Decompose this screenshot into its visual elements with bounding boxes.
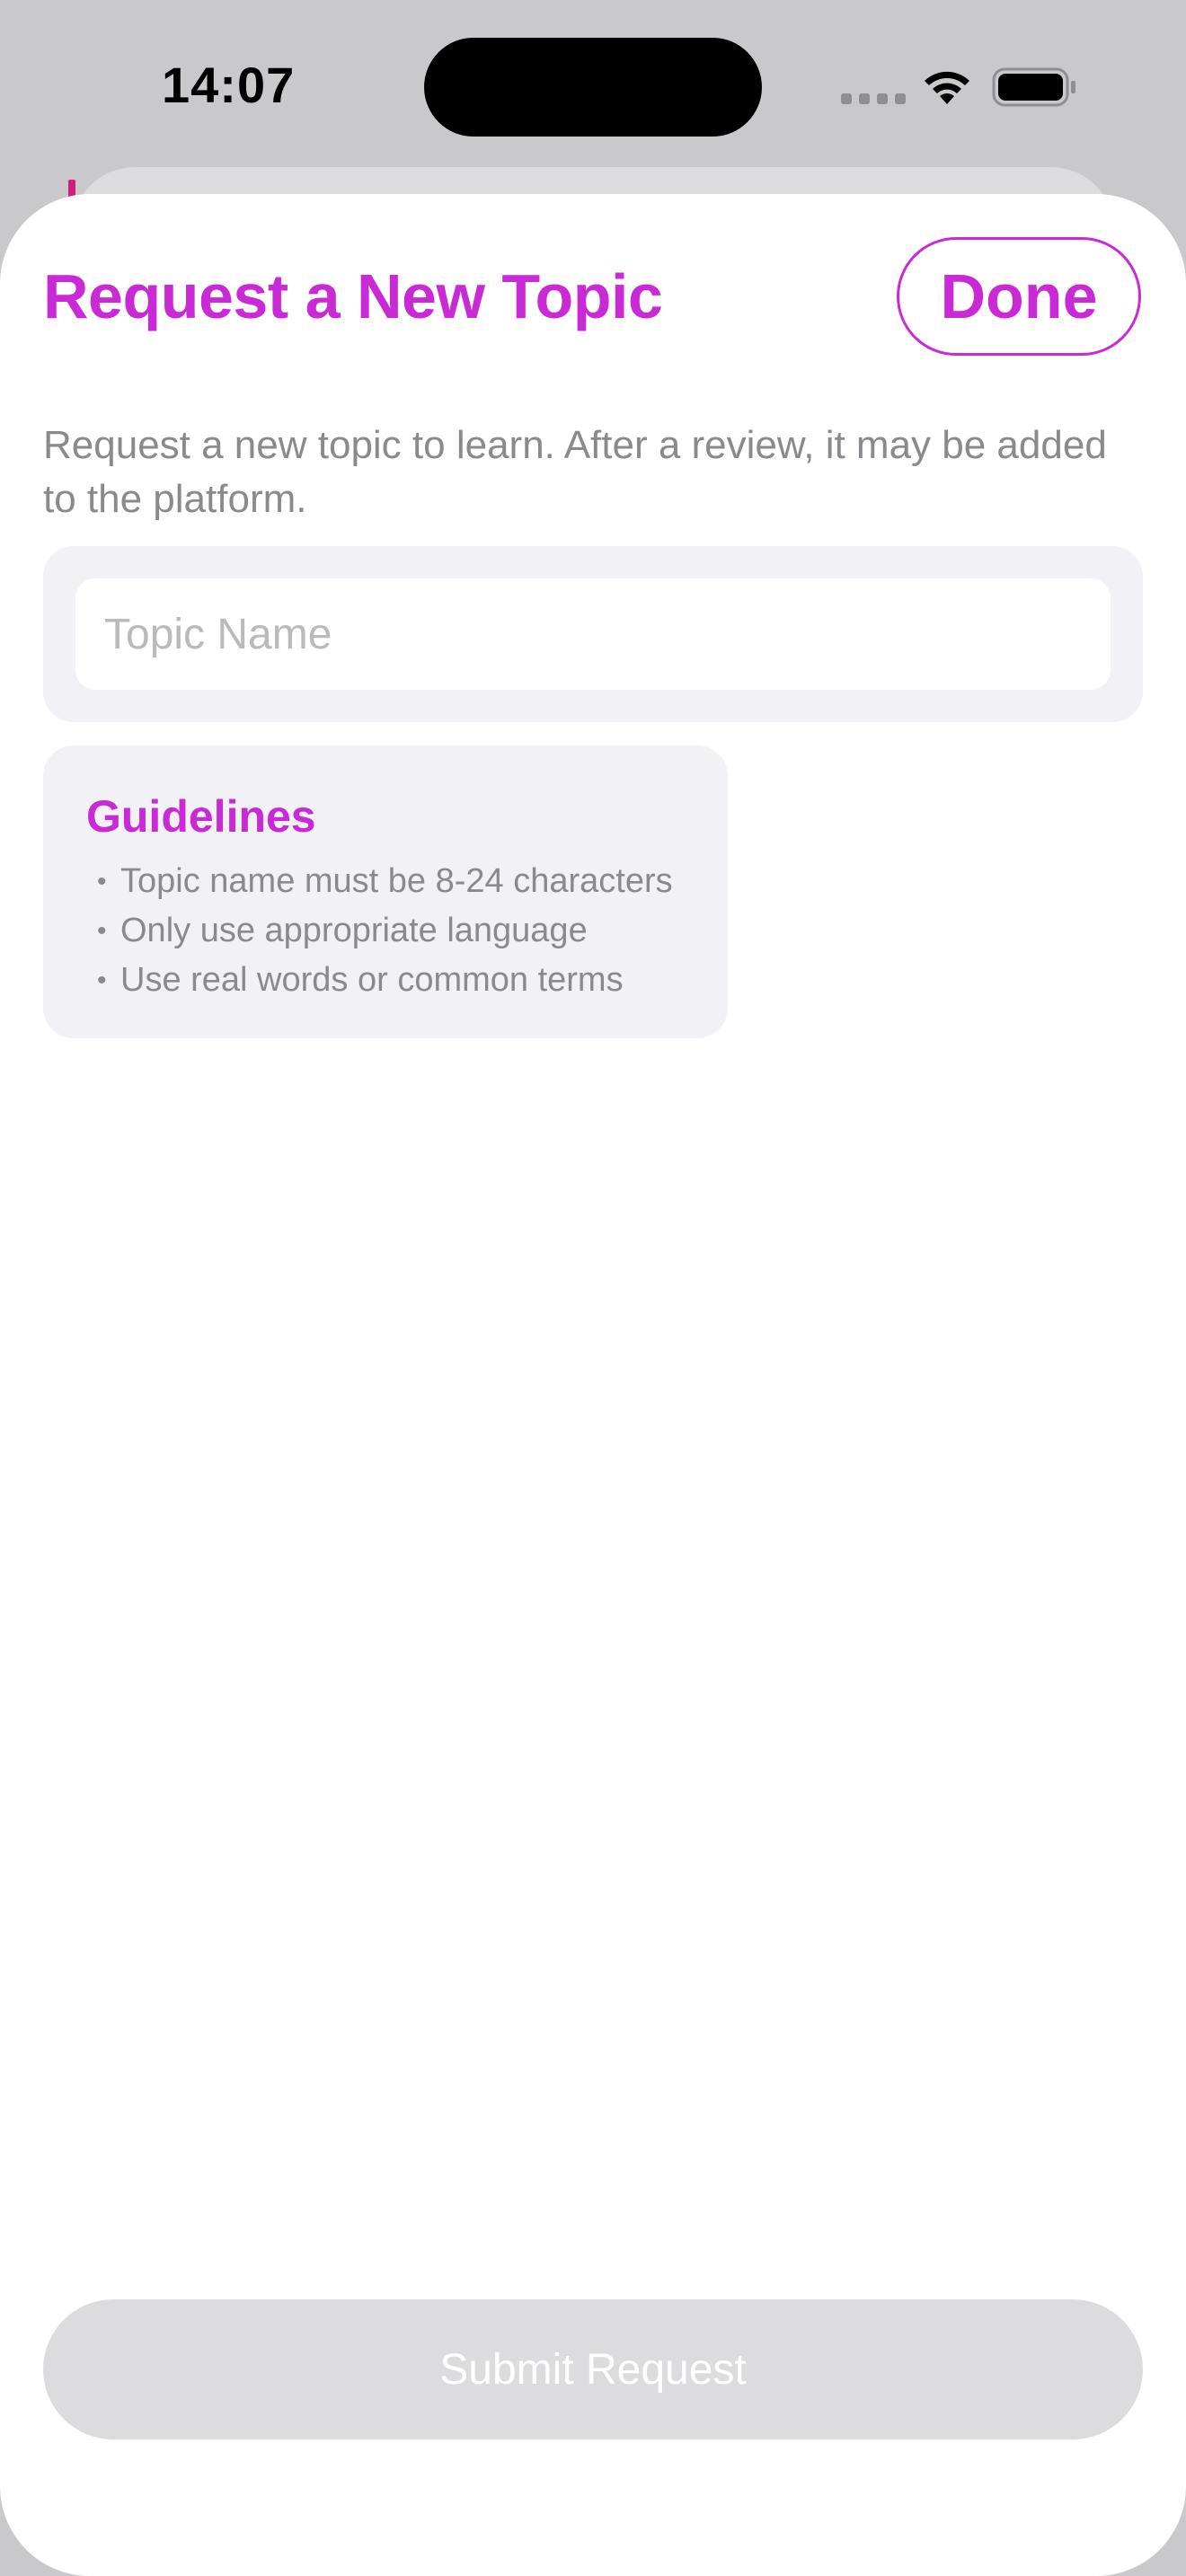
guidelines-card: Guidelines • Topic name must be 8-24 cha… [43, 745, 728, 1038]
guideline-text: Topic name must be 8-24 characters [120, 862, 673, 900]
wifi-icon [925, 71, 969, 104]
sheet-description: Request a new topic to learn. After a re… [43, 423, 1107, 521]
topic-input-group [43, 546, 1143, 722]
signal-dots-icon [841, 93, 906, 104]
topic-name-input[interactable] [75, 578, 1111, 690]
battery-icon [992, 67, 1075, 107]
guidelines-list: • Topic name must be 8-24 characters • O… [97, 857, 673, 1005]
request-topic-sheet: Request a New Topic Done Request a new t… [0, 194, 1186, 2576]
submit-request-button[interactable]: Submit Request [43, 2299, 1143, 2439]
status-time: 14:07 [162, 57, 296, 113]
dynamic-island [424, 38, 762, 137]
sheet-title: Request a New Topic [43, 261, 663, 331]
bullet-icon: • [97, 916, 107, 946]
guideline-item: • Only use appropriate language [97, 906, 673, 956]
status-bar: 14:07 [0, 0, 1186, 171]
guidelines-title: Guidelines [86, 791, 316, 842]
bullet-icon: • [97, 867, 107, 896]
guideline-text: Only use appropriate language [120, 912, 588, 949]
done-button[interactable]: Done [897, 237, 1141, 356]
guideline-item: • Topic name must be 8-24 characters [97, 857, 673, 906]
guideline-item: • Use real words or common terms [97, 956, 673, 1005]
bullet-icon: • [97, 966, 107, 995]
guideline-text: Use real words or common terms [120, 961, 624, 999]
